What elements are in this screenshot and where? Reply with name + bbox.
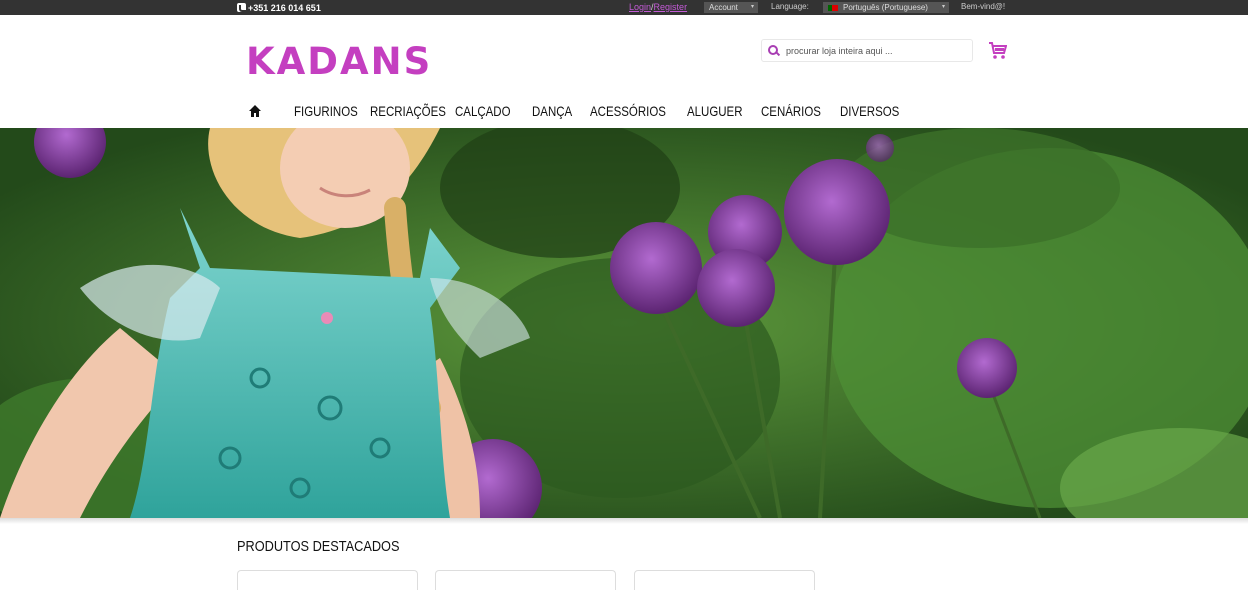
- chevron-down-icon: ▾: [941, 4, 945, 10]
- nav-item-diversos[interactable]: DIVERSOS: [840, 103, 899, 119]
- nav-item-calcado[interactable]: CALÇADO: [455, 103, 511, 119]
- featured-products-title: PRODUTOS DESTACADOS: [237, 538, 400, 555]
- language-value: Português (Portuguese): [843, 3, 928, 12]
- register-link[interactable]: Register: [654, 2, 688, 12]
- phone-icon: [237, 3, 246, 12]
- nav-item-acessorios[interactable]: ACESSÓRIOS: [590, 103, 666, 119]
- product-card[interactable]: [435, 570, 616, 590]
- search-box: [761, 39, 973, 62]
- main-nav: FIGURINOS RECRIAÇÕES CALÇADO DANÇA ACESS…: [237, 98, 913, 124]
- flag-portugal-icon: [828, 5, 838, 11]
- site-logo[interactable]: KADANS: [246, 42, 432, 82]
- welcome-text: Bem-vind@!: [961, 2, 1006, 11]
- hero-image: [0, 128, 1248, 518]
- language-label: Language:: [771, 2, 809, 11]
- nav-item-danca[interactable]: DANÇA: [532, 103, 572, 119]
- nav-item-cenarios[interactable]: CENÁRIOS: [761, 103, 821, 119]
- nav-item-figurinos[interactable]: FIGURINOS: [294, 103, 358, 119]
- home-icon[interactable]: [249, 105, 261, 117]
- login-link[interactable]: Login: [629, 2, 651, 12]
- top-bar: +351 216 014 651 Login/Register Account …: [0, 0, 1248, 15]
- account-label: Account: [709, 3, 738, 12]
- language-dropdown[interactable]: Português (Portuguese) ▾: [823, 2, 949, 13]
- cart-icon[interactable]: [988, 40, 1007, 60]
- search-input[interactable]: [786, 45, 966, 56]
- account-dropdown[interactable]: Account ▾: [704, 2, 758, 13]
- auth-links: Login/Register: [629, 2, 687, 12]
- search-icon[interactable]: [768, 44, 780, 57]
- chevron-down-icon: ▾: [750, 4, 754, 10]
- phone-number: +351 216 014 651: [237, 0, 321, 15]
- hero-divider: [0, 518, 1248, 524]
- nav-item-aluguer[interactable]: ALUGUER: [687, 103, 743, 119]
- product-card[interactable]: [237, 570, 418, 590]
- nav-item-recriacoes[interactable]: RECRIAÇÕES: [370, 103, 446, 119]
- hero-banner[interactable]: [0, 128, 1248, 518]
- product-card[interactable]: [634, 570, 815, 590]
- phone-text: +351 216 014 651: [248, 2, 321, 13]
